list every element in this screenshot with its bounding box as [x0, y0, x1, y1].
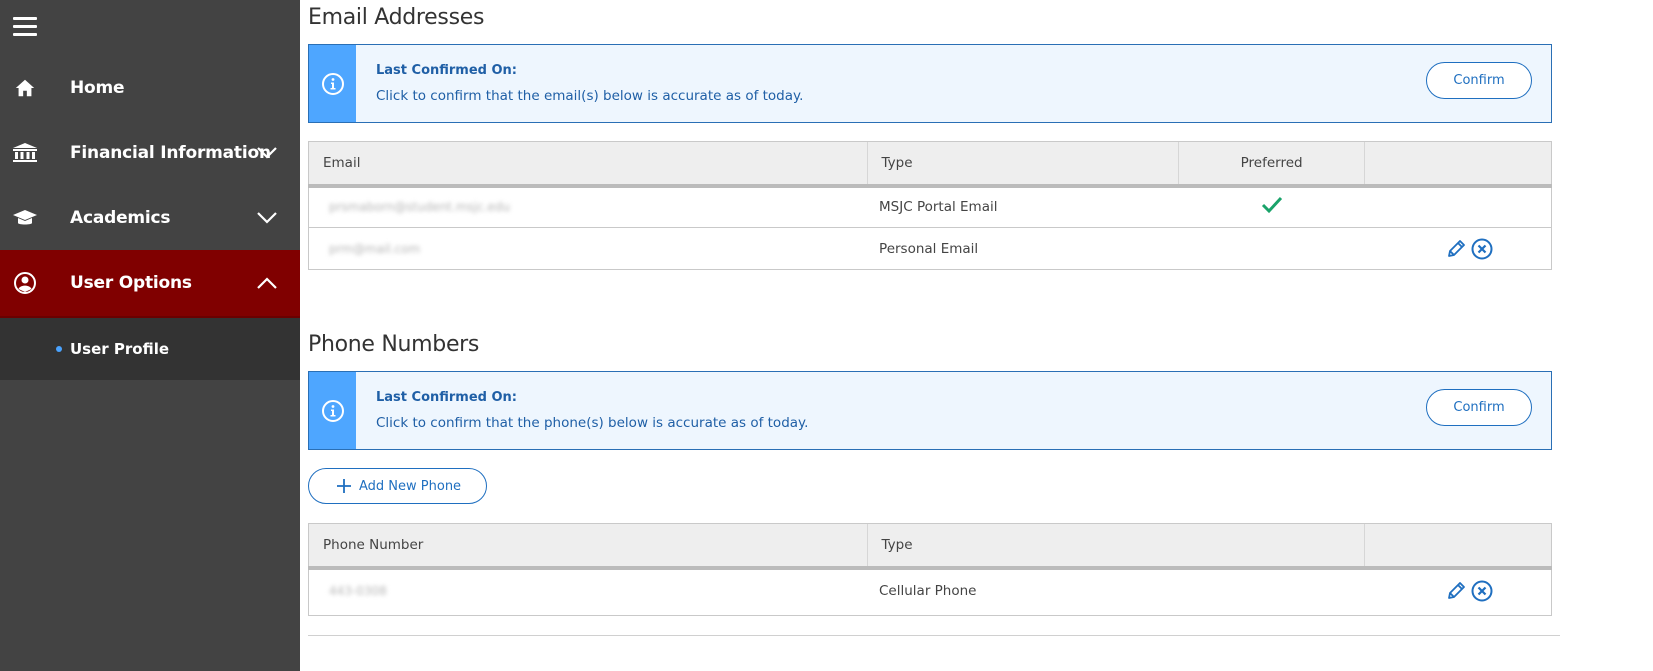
home-icon: [12, 75, 38, 101]
actions-cell: [1364, 185, 1552, 228]
add-new-phone-label: Add New Phone: [359, 478, 462, 494]
alert-text: Click to confirm that the email(s) below…: [376, 88, 804, 104]
sidebar-subitem-user-profile[interactable]: User Profile: [56, 340, 169, 358]
chevron-down-icon[interactable]: [256, 211, 278, 225]
sidebar: Home Financial Information Academics Use…: [0, 0, 300, 671]
email-section-title: Email Addresses: [308, 5, 485, 30]
phone-type: Cellular Phone: [867, 567, 1365, 616]
delete-x-circle-icon[interactable]: [1471, 580, 1493, 602]
column-header-phone-number[interactable]: Phone Number: [308, 523, 867, 570]
graduation-cap-icon: [12, 205, 38, 231]
email-type: MSJC Portal Email: [867, 185, 1179, 228]
confirm-email-button[interactable]: Confirm: [1426, 62, 1532, 99]
hamburger-menu-button[interactable]: [13, 17, 37, 37]
info-icon: [321, 72, 344, 95]
table-row: 443-0308 Cellular Phone: [308, 567, 1552, 616]
column-header-type[interactable]: Type: [866, 141, 1179, 188]
email-table: Email Type Preferred prsmaborn@student.m…: [308, 141, 1552, 270]
info-icon: [321, 399, 344, 422]
column-header-email[interactable]: Email: [308, 141, 868, 188]
sidebar-item-label: User Options: [70, 273, 192, 293]
column-header-actions: [1364, 523, 1552, 570]
preferred-cell: [1178, 185, 1365, 228]
hamburger-icon-bar: [13, 17, 37, 20]
phone-table: Phone Number Type 443-0308 Cellular Phon…: [308, 523, 1552, 616]
hamburger-icon-bar: [13, 25, 37, 28]
phone-confirm-alert: Last Confirmed On: Click to confirm that…: [308, 371, 1552, 450]
alert-title: Last Confirmed On:: [376, 63, 518, 78]
add-new-phone-button[interactable]: Add New Phone: [308, 468, 487, 504]
confirm-phone-button[interactable]: Confirm: [1426, 389, 1532, 426]
actions-cell: [1364, 567, 1552, 616]
table-row: prm@mail.com Personal Email: [308, 227, 1552, 270]
email-type: Personal Email: [867, 227, 1179, 270]
email-confirm-alert: Last Confirmed On: Click to confirm that…: [308, 44, 1552, 123]
user-circle-icon: [12, 270, 38, 296]
table-header-row: Email Type Preferred: [308, 141, 1552, 188]
alert-text: Click to confirm that the phone(s) below…: [376, 415, 809, 431]
phone-section-title: Phone Numbers: [308, 332, 480, 357]
chevron-down-icon[interactable]: [256, 146, 278, 160]
alert-icon-bar: [309, 372, 356, 449]
email-value: prm@mail.com: [329, 241, 421, 256]
edit-pencil-icon[interactable]: [1445, 580, 1467, 602]
table-row: prsmaborn@student.msjc.edu MSJC Portal E…: [308, 185, 1552, 228]
sidebar-item-label: Financial Information: [70, 143, 271, 163]
chevron-up-icon[interactable]: [256, 276, 278, 290]
sidebar-item-academics[interactable]: Academics: [0, 185, 300, 251]
sidebar-item-label: Home: [70, 78, 125, 98]
sidebar-subitem-label: User Profile: [70, 340, 170, 358]
edit-pencil-icon[interactable]: [1445, 238, 1467, 260]
sidebar-item-home[interactable]: Home: [0, 55, 300, 121]
hamburger-icon-bar: [13, 33, 37, 36]
actions-cell: [1364, 227, 1552, 270]
sidebar-item-user-options[interactable]: User Options: [0, 250, 300, 320]
sidebar-item-label: Academics: [70, 208, 171, 228]
active-bullet-icon: [56, 346, 62, 352]
table-header-row: Phone Number Type: [308, 523, 1552, 570]
plus-icon: [337, 479, 351, 493]
preferred-cell: [1178, 227, 1365, 270]
delete-x-circle-icon[interactable]: [1471, 238, 1493, 260]
checkmark-icon: [1261, 197, 1282, 214]
divider: [308, 635, 1560, 636]
column-header-actions: [1364, 141, 1552, 188]
column-header-preferred[interactable]: Preferred: [1178, 141, 1365, 188]
email-value: prsmaborn@student.msjc.edu: [329, 200, 511, 215]
phone-value: 443-0308: [329, 583, 387, 598]
alert-icon-bar: [309, 45, 356, 122]
alert-title: Last Confirmed On:: [376, 390, 518, 405]
column-header-type[interactable]: Type: [866, 523, 1365, 570]
user-options-submenu: User Profile: [0, 318, 300, 380]
bank-icon: [12, 140, 38, 166]
sidebar-item-financial-information[interactable]: Financial Information: [0, 120, 300, 186]
